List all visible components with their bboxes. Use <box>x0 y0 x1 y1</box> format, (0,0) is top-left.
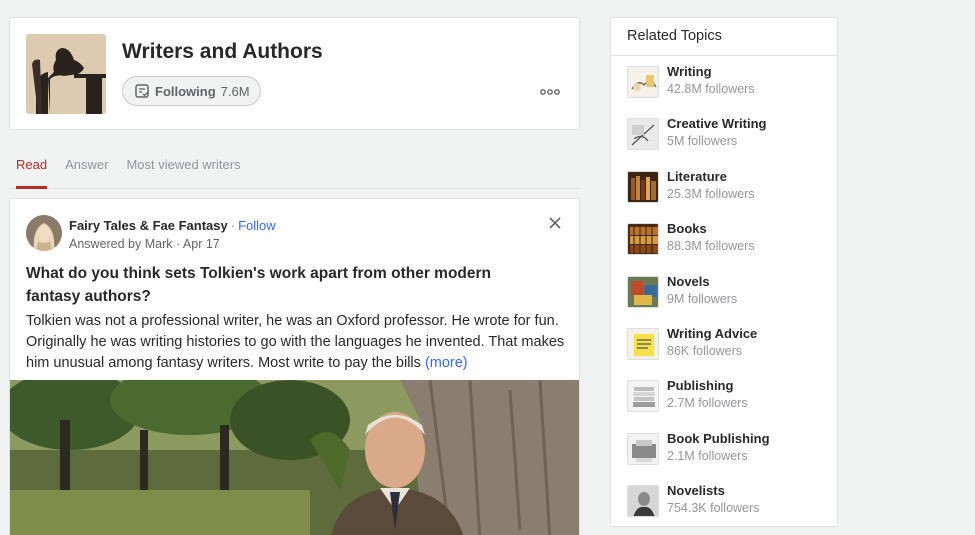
related-topic-novelists[interactable]: Novelists 754.3K followers <box>627 483 837 525</box>
separator-dot: · <box>230 218 236 233</box>
related-topic-name: Book Publishing <box>667 431 770 446</box>
follow-space-link[interactable]: Follow <box>238 218 276 233</box>
topic-title: Writers and Authors <box>122 40 323 63</box>
creative-writing-thumb-icon <box>627 118 659 150</box>
related-topic-name: Writing <box>667 64 712 79</box>
related-topic-followers: 9M followers <box>667 292 738 306</box>
topic-image <box>26 34 106 114</box>
feed-post-card: Fairy Tales & Fae Fantasy · Follow Answere… <box>9 198 580 535</box>
tab-answer[interactable]: Answer <box>65 150 108 189</box>
related-topic-name: Novelists <box>667 483 725 498</box>
related-topic-book-publishing[interactable]: Book Publishing 2.1M followers <box>627 431 837 473</box>
following-button[interactable]: Following 7.6M <box>122 76 261 106</box>
space-avatar[interactable] <box>26 215 62 251</box>
related-topic-publishing[interactable]: Publishing 2.7M followers <box>627 378 837 420</box>
space-name-link[interactable]: Fairy Tales & Fae Fantasy <box>69 218 228 233</box>
following-icon <box>135 84 149 98</box>
related-topic-writing[interactable]: Writing 42.8M followers <box>627 64 837 106</box>
post-header: Fairy Tales & Fae Fantasy · Follow <box>69 218 276 233</box>
literature-thumb-icon <box>627 171 659 203</box>
close-icon[interactable] <box>548 215 562 233</box>
book-publishing-thumb-icon <box>627 433 659 465</box>
related-topic-followers: 2.1M followers <box>667 449 748 463</box>
related-topic-name: Publishing <box>667 378 734 393</box>
tab-read-label: Read <box>16 157 48 172</box>
related-topic-name: Creative Writing <box>667 116 767 131</box>
related-topics-panel: Related Topics Writing 42.8M followers C… <box>610 17 838 527</box>
more-link[interactable]: (more) <box>425 355 468 371</box>
related-topic-writing-advice[interactable]: Writing Advice 86K followers <box>627 326 837 368</box>
related-topic-books[interactable]: Books 88.3M followers <box>627 221 837 263</box>
related-topic-followers: 88.3M followers <box>667 239 755 253</box>
tab-most-viewed-writers-label: Most viewed writers <box>126 157 241 172</box>
related-topic-followers: 2.7M followers <box>667 396 748 410</box>
related-topic-followers: 86K followers <box>667 344 743 358</box>
writing-advice-thumb-icon <box>627 328 659 360</box>
topic-header-card: Writers and Authors Following 7.6M <box>9 17 580 130</box>
related-topic-followers: 42.8M followers <box>667 82 755 96</box>
related-topic-followers: 25.3M followers <box>667 187 755 201</box>
related-topics-heading: Related Topics <box>611 18 837 56</box>
related-topic-literature[interactable]: Literature 25.3M followers <box>627 169 837 211</box>
related-topic-followers: 754.3K followers <box>667 501 760 515</box>
answer-text: Tolkien was not a professional writer, h… <box>26 313 565 371</box>
tab-read[interactable]: Read <box>16 150 48 189</box>
answer-excerpt[interactable]: Tolkien was not a professional writer, h… <box>26 311 571 374</box>
related-topic-novels[interactable]: Novels 9M followers <box>627 274 837 316</box>
books-thumb-icon <box>627 223 659 255</box>
related-topic-name: Literature <box>667 169 727 184</box>
follower-count: 7.6M <box>220 83 250 99</box>
related-topic-creative-writing[interactable]: Creative Writing 5M followers <box>627 116 837 158</box>
tab-most-viewed-writers[interactable]: Most viewed writers <box>126 150 240 189</box>
related-topic-followers: 5M followers <box>667 134 738 148</box>
related-topic-name: Books <box>667 221 707 236</box>
related-topic-name: Writing Advice <box>667 326 758 341</box>
answered-by: Answered by Mark · Apr 17 <box>69 237 220 251</box>
topic-tabs: Read Answer Most viewed writers <box>9 150 580 189</box>
novels-thumb-icon <box>627 276 659 308</box>
writing-thumb-icon <box>627 66 659 98</box>
publishing-thumb-icon <box>627 380 659 412</box>
related-topic-name: Novels <box>667 274 710 289</box>
following-label: Following <box>155 83 216 99</box>
novelists-thumb-icon <box>627 485 659 517</box>
answer-photo[interactable] <box>10 380 579 535</box>
more-options-icon[interactable] <box>540 84 560 96</box>
tab-answer-label: Answer <box>65 157 109 172</box>
question-title[interactable]: What do you think sets Tolkien's work ap… <box>26 262 546 308</box>
